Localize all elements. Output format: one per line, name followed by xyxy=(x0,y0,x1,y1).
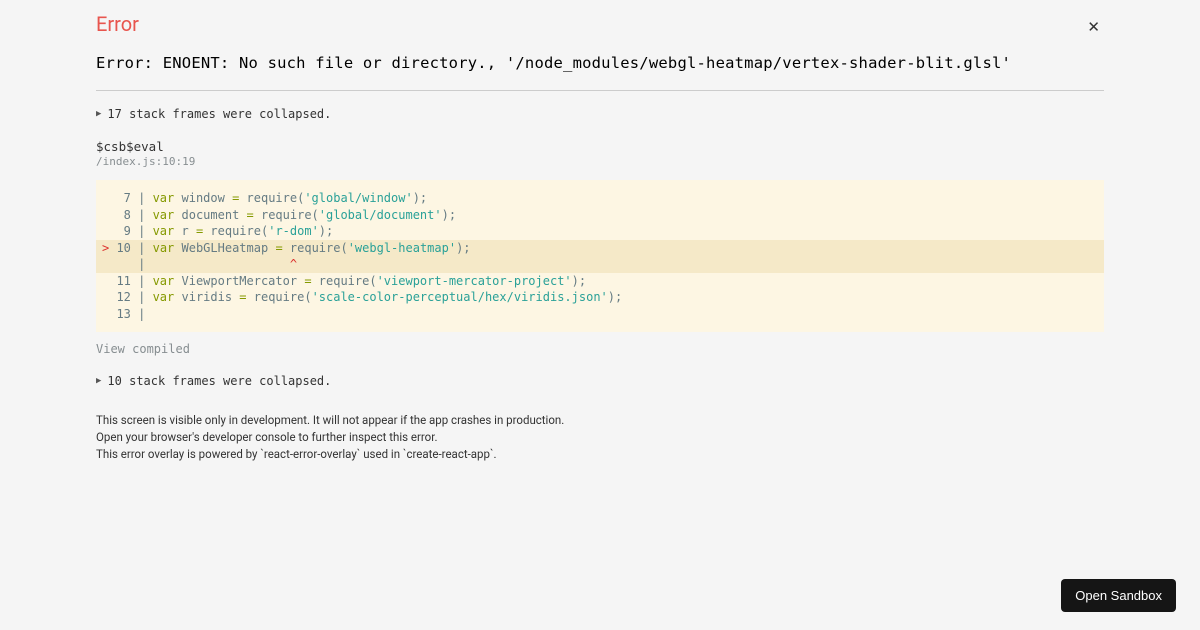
code-line: 8 | var document = require('global/docum… xyxy=(96,207,1104,224)
chevron-right-icon: ▶ xyxy=(96,376,101,386)
collapsed-frames-text: 17 stack frames were collapsed. xyxy=(107,107,331,121)
chevron-right-icon: ▶ xyxy=(96,109,101,119)
footer-line: Open your browser's developer console to… xyxy=(96,429,1104,446)
error-title: Error xyxy=(96,12,139,36)
collapsed-frames-toggle-2[interactable]: ▶ 10 stack frames were collapsed. xyxy=(96,374,1104,388)
code-snippet: 7 | var window = require('global/window'… xyxy=(96,180,1104,332)
footer-text: This screen is visible only in developme… xyxy=(96,412,1104,462)
close-icon[interactable]: ✕ xyxy=(1083,16,1104,39)
footer-line: This screen is visible only in developme… xyxy=(96,412,1104,429)
collapsed-frames-text: 10 stack frames were collapsed. xyxy=(107,374,331,388)
collapsed-frames-toggle-1[interactable]: ▶ 17 stack frames were collapsed. xyxy=(96,107,1104,121)
stack-frame-location[interactable]: /index.js:10:19 xyxy=(96,155,1104,168)
code-line: 9 | var r = require('r-dom'); xyxy=(96,223,1104,240)
code-line: 12 | var viridis = require('scale-color-… xyxy=(96,289,1104,306)
footer-line: This error overlay is powered by `react-… xyxy=(96,446,1104,463)
code-line: 13 | xyxy=(96,306,1104,323)
error-message: Error: ENOENT: No such file or directory… xyxy=(96,54,1104,72)
code-line: 11 | var ViewportMercator = require('vie… xyxy=(96,273,1104,290)
open-sandbox-button[interactable]: Open Sandbox xyxy=(1061,579,1176,612)
code-line: 7 | var window = require('global/window'… xyxy=(96,190,1104,207)
view-compiled-link[interactable]: View compiled xyxy=(96,342,1104,356)
code-line-caret: | ^ xyxy=(96,256,1104,273)
code-line-error: > 10 | var WebGLHeatmap = require('webgl… xyxy=(96,240,1104,257)
divider xyxy=(96,90,1104,91)
stack-frame-function: $csb$eval xyxy=(96,139,1104,154)
